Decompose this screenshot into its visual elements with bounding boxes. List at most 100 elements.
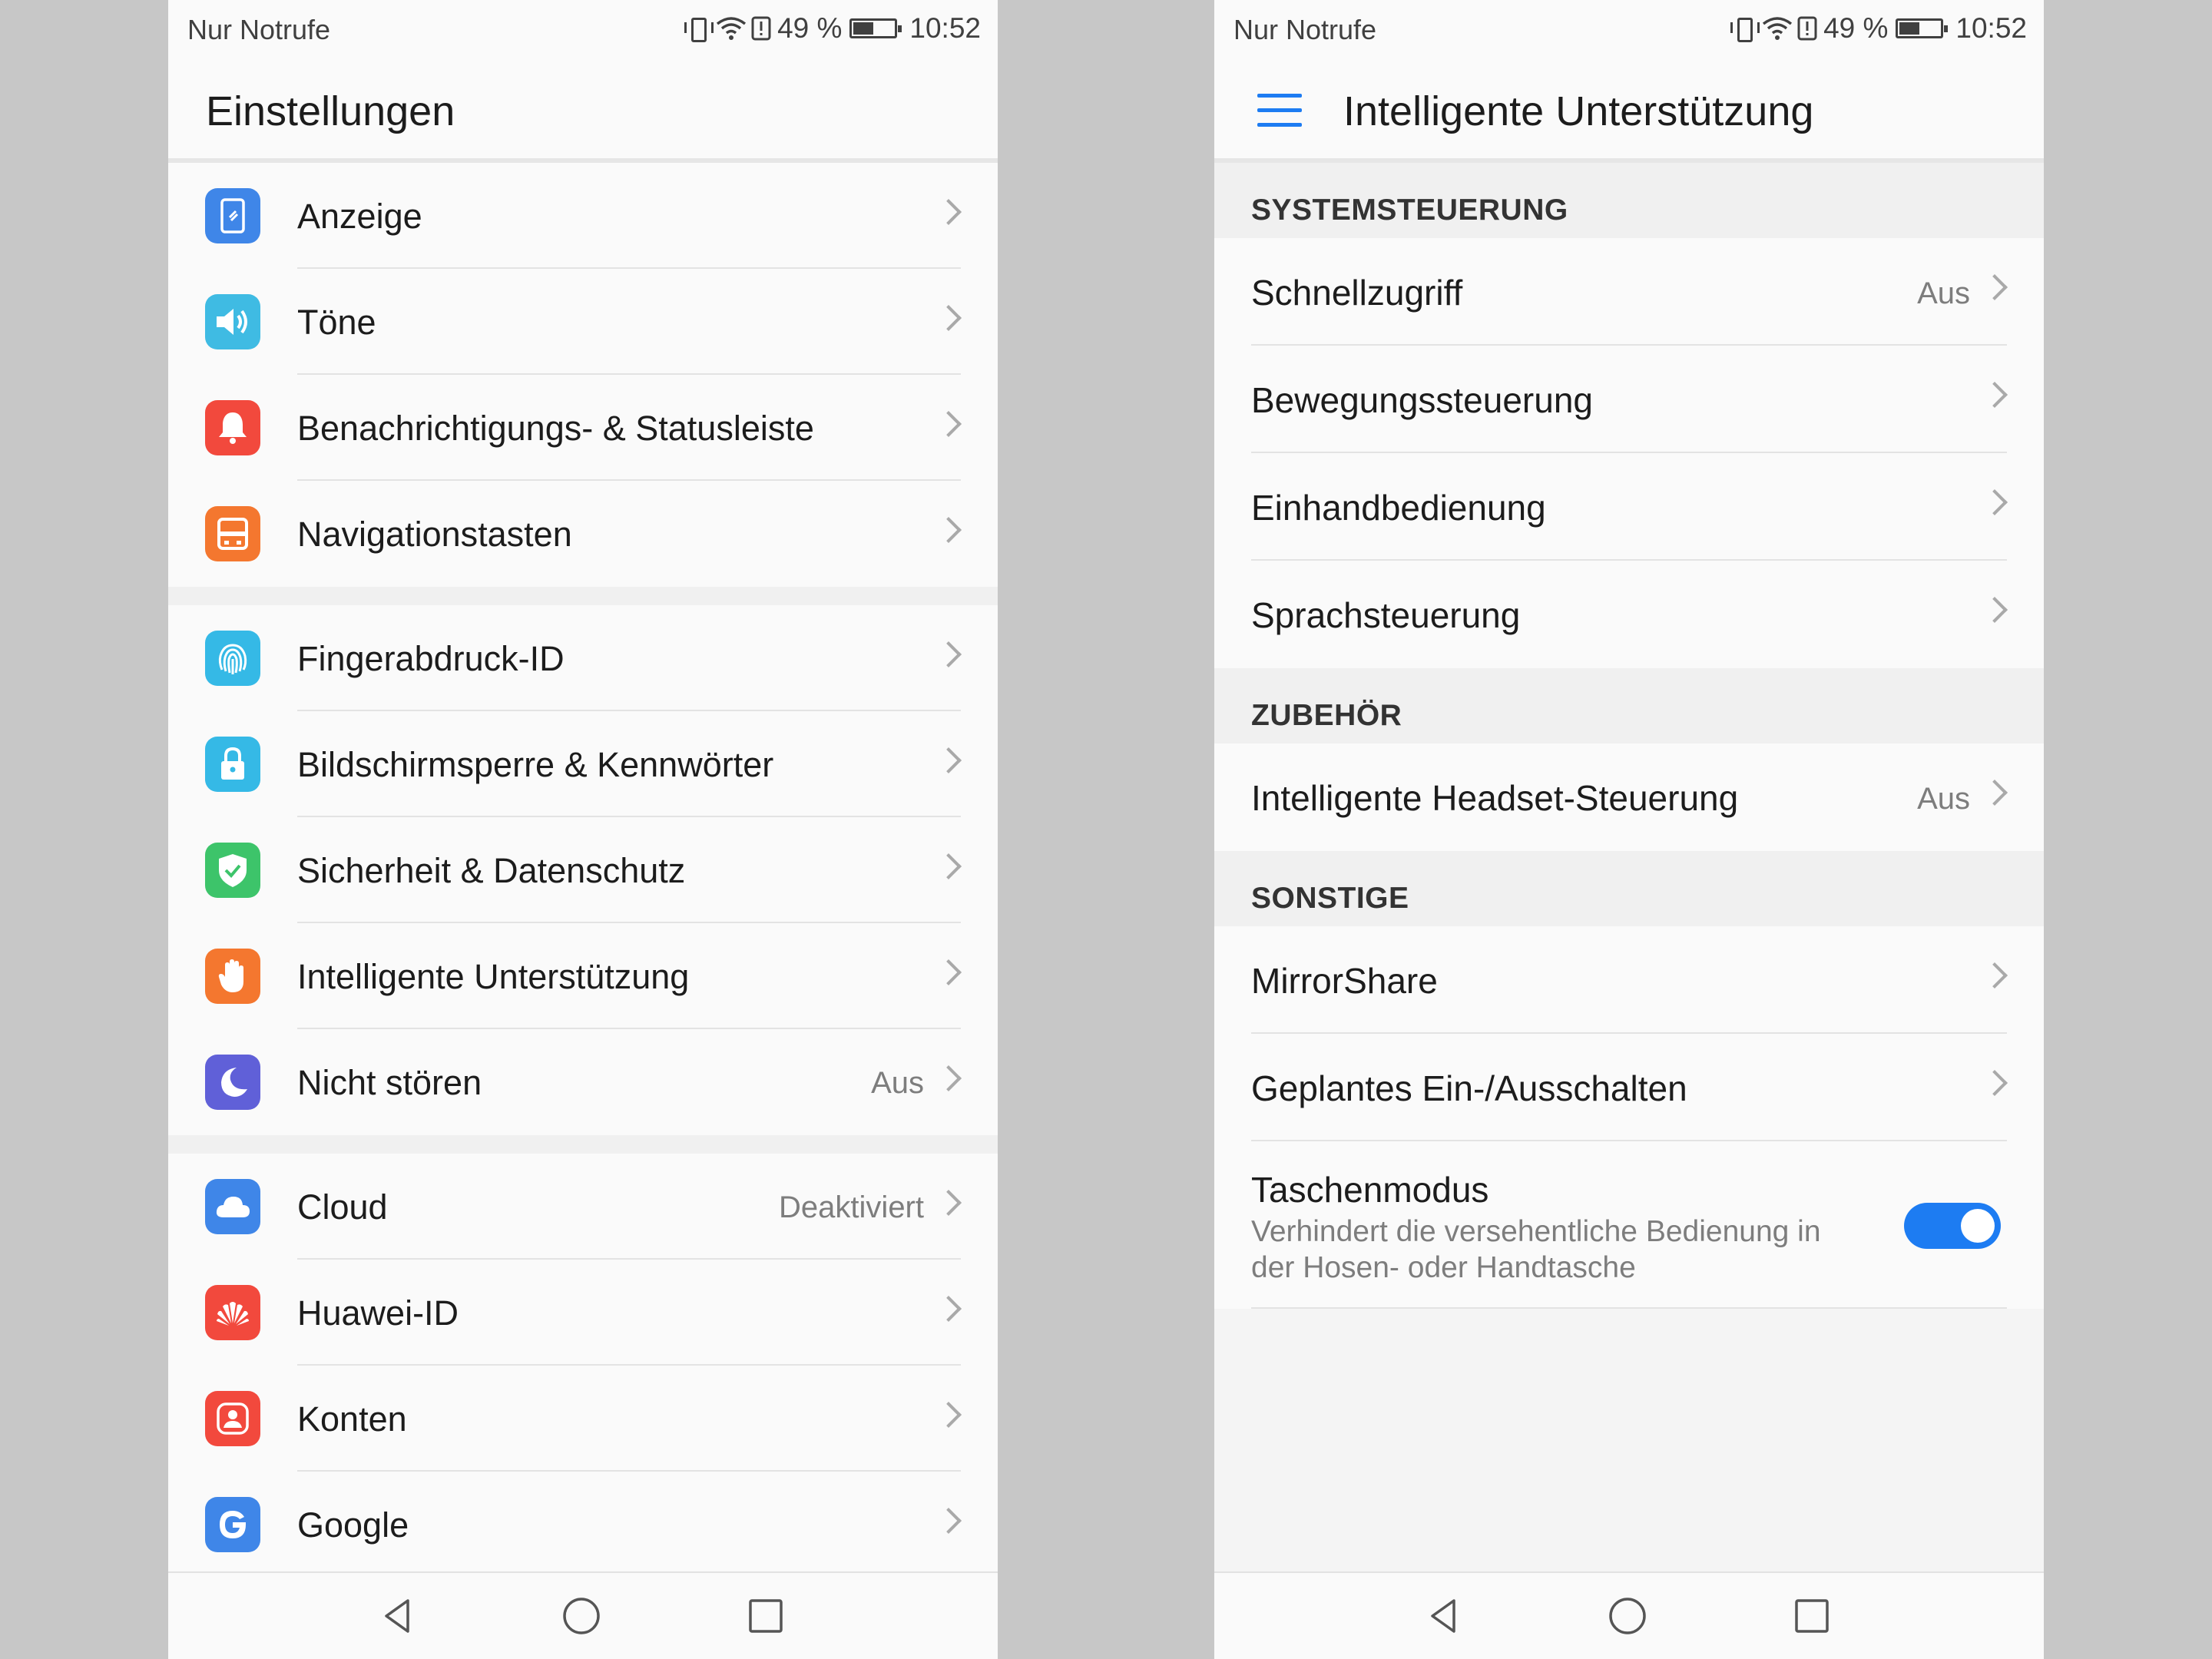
settings-item-google[interactable]: Google xyxy=(168,1472,998,1578)
speaker-icon xyxy=(205,294,260,349)
settings-item-label: Töne xyxy=(297,303,376,342)
settings-item-label: Benachrichtigungs- & Statusleiste xyxy=(297,409,814,448)
settings-group: Fingerabdruck-ID Bildschirmsperre & Kennw… xyxy=(168,605,998,1135)
list-item-label: Bewegungssteuerung xyxy=(1251,380,1593,420)
chevron-right-icon xyxy=(935,411,962,437)
chevron-right-icon xyxy=(935,1402,962,1428)
home-icon[interactable] xyxy=(560,1594,603,1637)
list-item[interactable]: Bewegungssteuerung xyxy=(1214,346,2044,453)
settings-item-label: Sicherheit & Datenschutz xyxy=(297,851,686,890)
settings-group: Cloud Deaktiviert Huawei-ID Konten Google xyxy=(168,1154,998,1578)
list-item[interactable]: Sprachsteuerung xyxy=(1214,561,2044,668)
smart-assistance-screen: Nur Notrufe 49 % 10:52 Intelligente Unte… xyxy=(1214,0,2044,1659)
page-title: Einstellungen xyxy=(206,88,455,134)
settings-item-label: Intelligente Unterstützung xyxy=(297,957,690,996)
menu-icon[interactable] xyxy=(1257,94,1302,127)
clock: 10:52 xyxy=(1955,12,2027,44)
group-separator xyxy=(168,1135,998,1154)
navigation-icon xyxy=(205,506,260,561)
pocket-mode-label: Taschenmodus xyxy=(1251,1170,1489,1210)
settings-group: Anzeige Töne Benachrichtigungs- & Statusle… xyxy=(168,163,998,587)
chevron-right-icon xyxy=(935,641,962,667)
recent-apps-icon[interactable] xyxy=(744,1594,787,1637)
chevron-right-icon xyxy=(1982,597,2008,623)
wifi-icon xyxy=(716,16,747,41)
settings-item-speaker[interactable]: Töne xyxy=(168,269,998,375)
battery-percent: 49 % xyxy=(777,12,843,44)
list-item[interactable]: Geplantes Ein-/Ausschalten xyxy=(1214,1034,2044,1141)
section-header: SONSTIGE xyxy=(1214,851,2044,926)
vibrate-icon xyxy=(1730,16,1760,42)
battery-icon xyxy=(1896,18,1949,38)
huawei-icon xyxy=(205,1285,260,1340)
settings-item-label: Cloud xyxy=(297,1187,388,1227)
list-item[interactable]: MirrorShare xyxy=(1214,926,2044,1034)
chevron-right-icon xyxy=(935,305,962,331)
app-bar: Einstellungen xyxy=(168,61,998,163)
settings-item-hand[interactable]: Intelligente Unterstützung xyxy=(168,923,998,1029)
chevron-right-icon xyxy=(1982,489,2008,515)
settings-item-display[interactable]: Anzeige xyxy=(168,163,998,269)
list-item-label: Sprachsteuerung xyxy=(1251,595,1521,635)
settings-item-account[interactable]: Konten xyxy=(168,1366,998,1472)
pocket-mode-toggle[interactable] xyxy=(1904,1203,2001,1249)
settings-item-huawei[interactable]: Huawei-ID xyxy=(168,1260,998,1366)
chevron-right-icon xyxy=(1982,274,2008,300)
settings-item-label: Fingerabdruck-ID xyxy=(297,639,565,678)
divider xyxy=(1251,1307,2007,1309)
settings-item-bell[interactable]: Benachrichtigungs- & Statusleiste xyxy=(168,375,998,481)
settings-item-shield[interactable]: Sicherheit & Datenschutz xyxy=(168,817,998,923)
status-bar: Nur Notrufe 49 % 10:52 xyxy=(168,0,998,61)
list-item[interactable]: Einhandbedienung xyxy=(1214,453,2044,561)
battery-alert-icon xyxy=(1797,16,1819,41)
smart-assistance-list: SYSTEMSTEUERUNG Schnellzugriff Aus Bewegung… xyxy=(1214,163,2044,1309)
pocket-mode-item[interactable]: Taschenmodus Verhindert die versehentlich… xyxy=(1214,1141,2044,1309)
settings-item-value: Aus xyxy=(871,1066,924,1100)
back-icon[interactable] xyxy=(1422,1594,1465,1637)
list-item-label: Intelligente Headset-Steuerung xyxy=(1251,778,1739,818)
settings-item-label: Konten xyxy=(297,1399,407,1439)
home-icon[interactable] xyxy=(1606,1594,1649,1637)
settings-item-value: Deaktiviert xyxy=(779,1190,924,1224)
recent-apps-icon[interactable] xyxy=(1790,1594,1833,1637)
settings-item-label: Huawei-ID xyxy=(297,1293,459,1333)
list-item-value: Aus xyxy=(1917,782,1970,816)
fingerprint-icon xyxy=(205,631,260,686)
battery-alert-icon xyxy=(751,16,773,41)
chevron-right-icon xyxy=(1982,382,2008,408)
cloud-icon xyxy=(205,1179,260,1234)
settings-list: Anzeige Töne Benachrichtigungs- & Statusle… xyxy=(168,163,998,1578)
chevron-right-icon xyxy=(935,747,962,773)
list-item-label: Einhandbedienung xyxy=(1251,488,1546,528)
list-item-label: Schnellzugriff xyxy=(1251,273,1463,313)
chevron-right-icon xyxy=(1982,1070,2008,1096)
chevron-right-icon xyxy=(935,1296,962,1322)
settings-item-lock[interactable]: Bildschirmsperre & Kennwörter xyxy=(168,711,998,817)
back-icon[interactable] xyxy=(376,1594,419,1637)
google-icon xyxy=(205,1497,260,1552)
settings-item-label: Navigationstasten xyxy=(297,515,572,554)
chevron-right-icon xyxy=(1982,780,2008,806)
settings-item-navigation[interactable]: Navigationstasten xyxy=(168,481,998,587)
chevron-right-icon xyxy=(935,1190,962,1216)
settings-item-cloud[interactable]: Cloud Deaktiviert xyxy=(168,1154,998,1260)
section-header: ZUBEHÖR xyxy=(1214,668,2044,743)
carrier-label: Nur Notrufe xyxy=(1233,14,1377,45)
settings-item-label: Google xyxy=(297,1505,409,1545)
lock-icon xyxy=(205,737,260,792)
page-title: Intelligente Unterstützung xyxy=(1343,88,1814,134)
settings-item-moon[interactable]: Nicht stören Aus xyxy=(168,1029,998,1135)
carrier-label: Nur Notrufe xyxy=(187,14,331,45)
chevron-right-icon xyxy=(935,1508,962,1534)
status-bar: Nur Notrufe 49 % 10:52 xyxy=(1214,0,2044,61)
list-item[interactable]: Schnellzugriff Aus xyxy=(1214,238,2044,346)
vibrate-icon xyxy=(684,16,714,42)
clock: 10:52 xyxy=(909,12,981,44)
battery-percent: 49 % xyxy=(1823,12,1889,44)
settings-item-fingerprint[interactable]: Fingerabdruck-ID xyxy=(168,605,998,711)
navigation-bar xyxy=(168,1571,998,1659)
pocket-mode-description: Verhindert die versehentliche Bedienung … xyxy=(1251,1215,1821,1284)
group-separator xyxy=(168,587,998,605)
list-item[interactable]: Intelligente Headset-Steuerung Aus xyxy=(1214,743,2044,851)
chevron-right-icon xyxy=(935,959,962,985)
